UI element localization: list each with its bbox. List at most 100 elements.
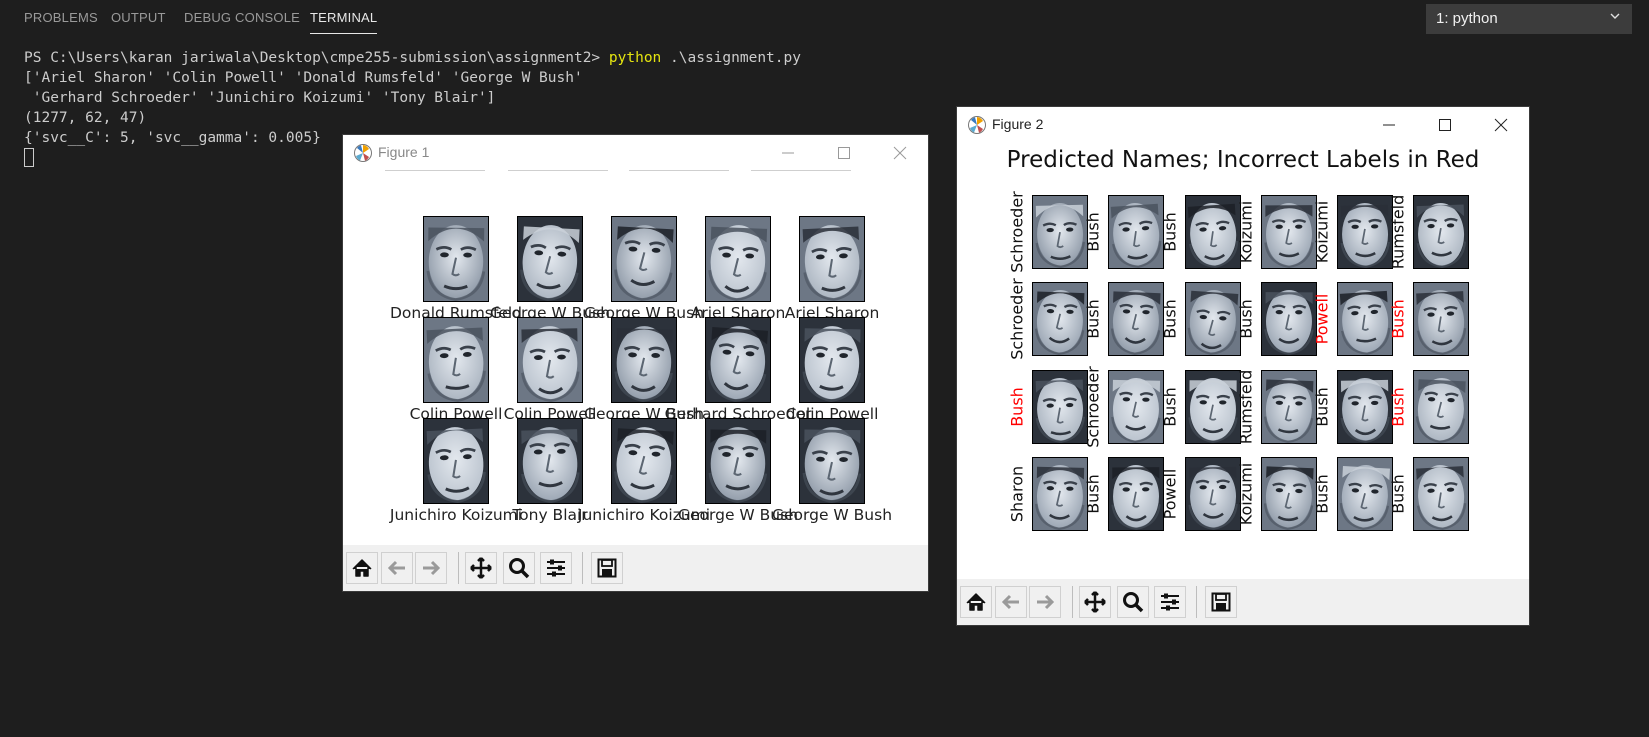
terminal-prompt: PS C:\Users\karan jariwala\Desktop\cmpe2…: [24, 50, 609, 66]
home-button[interactable]: [960, 586, 992, 618]
toolbar-separator: [582, 552, 583, 584]
figure-2-predicted-label: Schroeder: [1007, 191, 1027, 273]
terminal-line-2: 'Gerhard Schroeder' 'Junichiro Koizumi' …: [24, 90, 496, 106]
figure-2-face-image: [1185, 457, 1241, 531]
figure-2-plot-title: Predicted Names; Incorrect Labels in Red: [1006, 147, 1480, 173]
figure-2-face-image: [1185, 282, 1241, 356]
figure-1-face-image: [705, 317, 771, 403]
figure-2-predicted-label: Bush: [1007, 387, 1027, 427]
tab-debug-console[interactable]: DEBUG CONSOLE: [184, 10, 300, 25]
figure-1-face-image: [611, 418, 677, 504]
figure-2-predicted-label: Bush: [1388, 299, 1408, 339]
figure-1-titlebar[interactable]: Figure 1: [343, 135, 928, 171]
forward-arrow-icon: [1037, 594, 1055, 610]
figure-2-title: Figure 2: [992, 116, 1044, 132]
toolbar-separator: [1196, 586, 1197, 618]
figure-2-face-image: [1032, 370, 1088, 444]
figure-2-face-image: [1261, 370, 1317, 444]
figure-2-predicted-label: Bush: [1312, 474, 1332, 514]
figure-2-face-image: [1337, 457, 1393, 531]
forward-arrow-button[interactable]: [1029, 586, 1061, 618]
back-arrow-button[interactable]: [381, 552, 413, 584]
configure-subplots-icon: [1161, 593, 1179, 611]
figure-2-titlebar[interactable]: Figure 2: [957, 107, 1529, 143]
figure-1-face-image: [705, 418, 771, 504]
back-arrow-icon: [387, 560, 405, 576]
figure-2-window[interactable]: Figure 2 Predicted Names; Incorrect Labe…: [957, 107, 1529, 625]
save-icon: [597, 558, 617, 578]
figure-2-predicted-label: Rumsfeld: [1236, 369, 1256, 445]
figure-2-face-image: [1032, 457, 1088, 531]
figure-2-predicted-label: Bush: [1160, 387, 1180, 427]
figure-2-predicted-label: Koizumi: [1236, 200, 1256, 264]
forward-arrow-button[interactable]: [415, 552, 447, 584]
figure-2-predicted-label: Bush: [1160, 212, 1180, 252]
figure-2-predicted-label: Schroeder: [1083, 366, 1103, 448]
pan-button[interactable]: [465, 552, 497, 584]
pan-button[interactable]: [1079, 586, 1111, 618]
terminal-selector-value: 1: python: [1436, 10, 1498, 27]
minimize-icon[interactable]: [776, 141, 800, 165]
figure-2-predicted-label: Sharon: [1007, 465, 1027, 523]
back-arrow-button[interactable]: [995, 586, 1027, 618]
save-button[interactable]: [591, 552, 623, 584]
figure-2-face-image: [1032, 195, 1088, 269]
terminal-command: python: [608, 50, 662, 66]
terminal-cursor: [24, 148, 34, 167]
pan-icon: [470, 557, 492, 579]
figure-1-face-label: Junichiro Koizumi: [389, 506, 523, 524]
toolbar-separator: [1072, 586, 1073, 618]
zoom-icon: [509, 558, 530, 579]
figure-1-face-image: [799, 216, 865, 302]
back-arrow-icon: [1001, 594, 1019, 610]
maximize-icon[interactable]: [1433, 113, 1457, 137]
figure-1-face-image: [517, 216, 583, 302]
terminal-selector[interactable]: 1: python: [1426, 4, 1632, 34]
configure-subplots-button[interactable]: [540, 552, 572, 584]
figure-1-clipped-axis: [385, 170, 485, 171]
tab-terminal[interactable]: TERMINAL: [310, 10, 378, 34]
home-icon: [352, 559, 372, 577]
figure-2-face-image: [1261, 195, 1317, 269]
figure-1-face-image: [799, 317, 865, 403]
figure-2-toolbar: [957, 579, 1529, 625]
figure-1-window[interactable]: Figure 1 Donald Rumsfeld George W Bush G…: [343, 135, 928, 591]
figure-2-predicted-label: Schroeder: [1007, 278, 1027, 360]
save-button[interactable]: [1205, 586, 1237, 618]
zoom-button[interactable]: [503, 552, 535, 584]
terminal-line-1: ['Ariel Sharon' 'Colin Powell' 'Donald R…: [24, 70, 583, 86]
figure-2-face-image: [1413, 457, 1469, 531]
figure-2-face-image: [1185, 370, 1241, 444]
configure-subplots-button[interactable]: [1154, 586, 1186, 618]
tab-output[interactable]: OUTPUT: [111, 10, 166, 25]
figure-2-face-image: [1108, 282, 1164, 356]
figure-1-clipped-axis: [629, 170, 729, 171]
minimize-icon[interactable]: [1377, 113, 1401, 137]
configure-subplots-icon: [547, 559, 565, 577]
maximize-icon[interactable]: [832, 141, 856, 165]
figure-2-face-image: [1337, 282, 1393, 356]
figure-2-predicted-label: Rumsfeld: [1388, 194, 1408, 270]
terminal-line-4: {'svc__C': 5, 'svc__gamma': 0.005}: [24, 130, 321, 146]
figure-2-face-image: [1108, 370, 1164, 444]
tab-problems[interactable]: PROBLEMS: [24, 10, 98, 25]
figure-2-predicted-label: Koizumi: [1312, 200, 1332, 264]
close-icon[interactable]: [888, 141, 912, 165]
figure-2-face-image: [1413, 282, 1469, 356]
figure-2-face-image: [1108, 457, 1164, 531]
pan-icon: [1084, 591, 1106, 613]
zoom-icon: [1123, 592, 1144, 613]
close-icon[interactable]: [1489, 113, 1513, 137]
figure-2-predicted-label: Bush: [1083, 212, 1103, 252]
figure-2-face-image: [1337, 370, 1393, 444]
figure-2-predicted-label: Bush: [1083, 299, 1103, 339]
matplotlib-logo-icon: [354, 144, 372, 162]
figure-2-predicted-label: Bush: [1236, 299, 1256, 339]
home-button[interactable]: [346, 552, 378, 584]
figure-1-face-image: [423, 317, 489, 403]
matplotlib-logo-icon: [968, 116, 986, 134]
figure-2-face-image: [1185, 195, 1241, 269]
figure-2-predicted-label: Powell: [1312, 293, 1332, 345]
figure-1-toolbar: [343, 545, 928, 591]
zoom-button[interactable]: [1117, 586, 1149, 618]
